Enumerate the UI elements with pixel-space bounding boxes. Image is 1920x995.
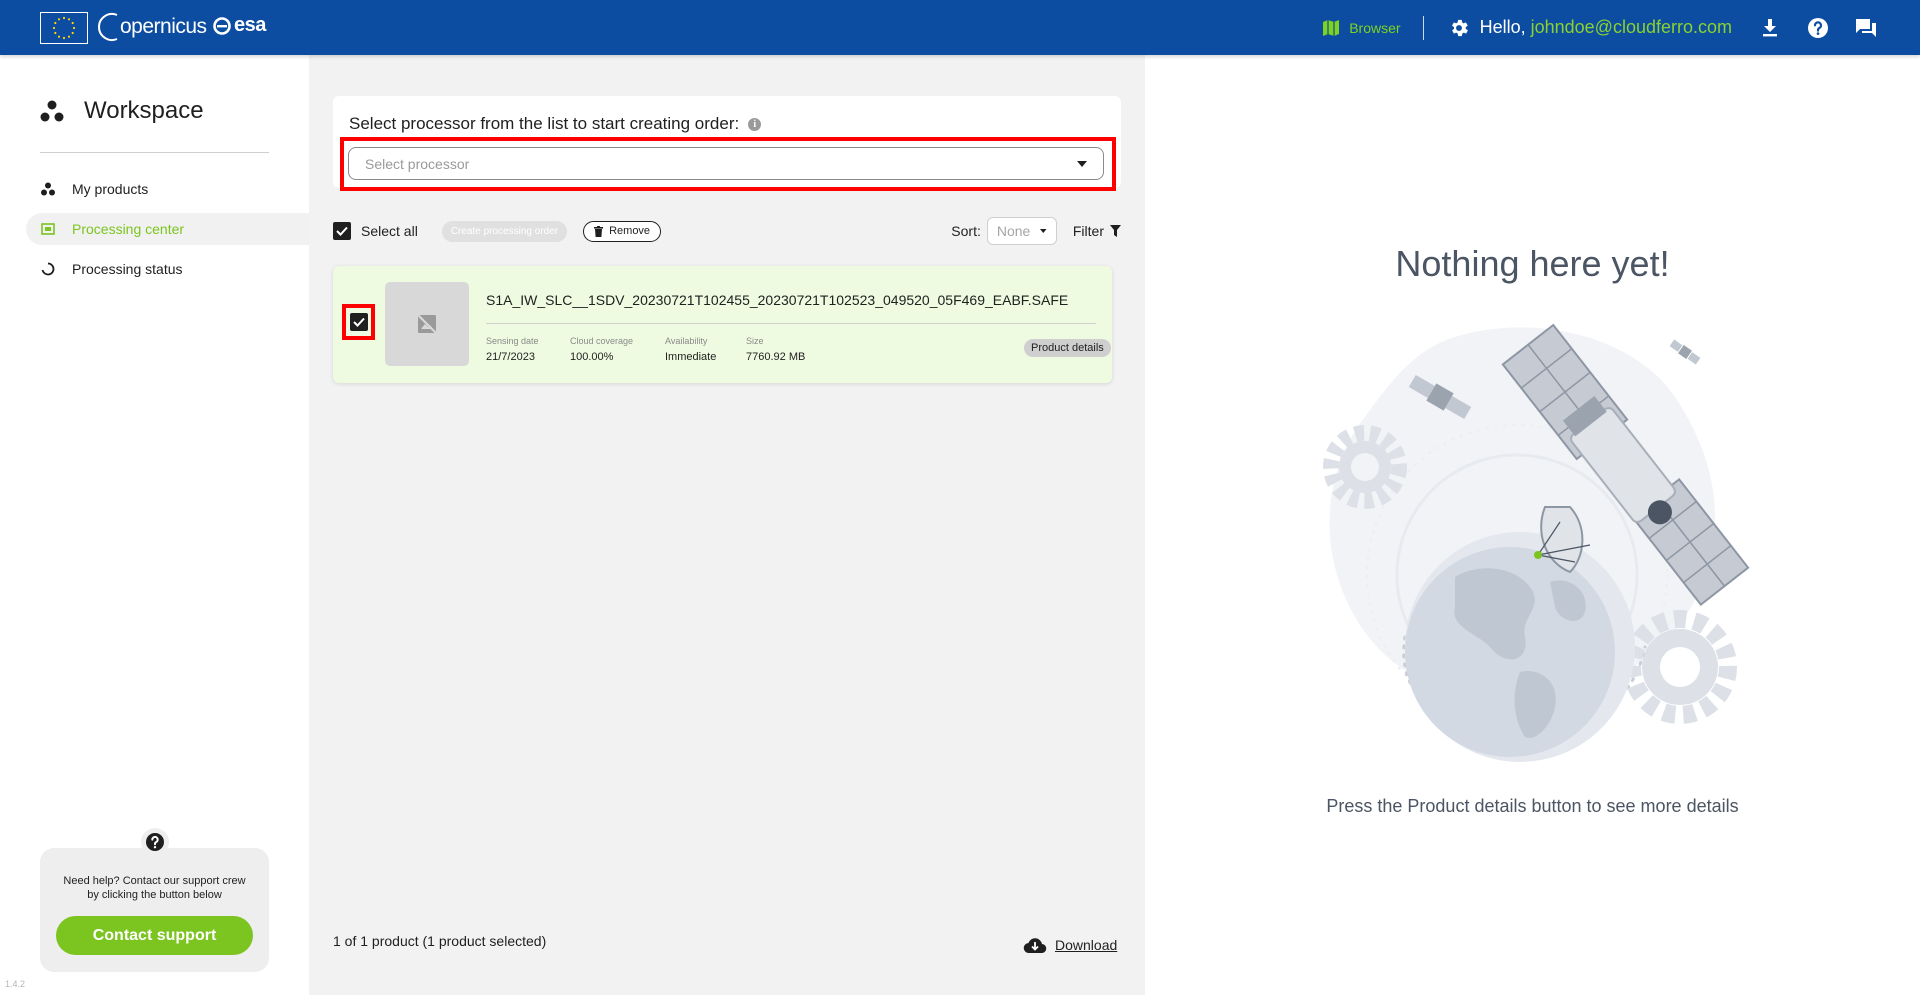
product-details-button[interactable]: Product details	[1024, 339, 1111, 357]
help-card: Need help? Contact our support crew by c…	[40, 828, 269, 972]
meta-value: 100.00%	[570, 351, 614, 363]
sort-value: None	[996, 223, 1031, 239]
esa-logo: esa	[213, 14, 266, 37]
checkmark-icon	[352, 317, 365, 327]
product-checkbox[interactable]	[349, 313, 368, 331]
create-processing-order-button[interactable]: Create processing order	[441, 220, 568, 242]
tiny-satellite	[1669, 339, 1701, 365]
empty-state-title: Nothing here yet!	[1395, 243, 1670, 284]
processing-center-icon	[40, 222, 56, 236]
gear-decoration-right	[1623, 610, 1737, 724]
contact-support-button[interactable]: Contact support	[56, 916, 253, 955]
filter-label: Filter	[1072, 223, 1104, 239]
eu-flag-logo	[40, 12, 88, 44]
caret-down-icon	[1040, 229, 1047, 233]
product-divider	[486, 323, 1096, 324]
meta-value: Immediate	[665, 351, 717, 363]
sort-control: Sort: None	[951, 217, 1057, 245]
sidebar-item-processing-center[interactable]: Processing center	[26, 213, 309, 245]
chat-icon	[1856, 18, 1876, 37]
help-button[interactable]	[1806, 16, 1830, 40]
empty-state-subtitle: Press the Product details button to see …	[1326, 796, 1739, 816]
meta-size: Size 7760.92 MB	[746, 336, 805, 363]
top-bar: opernicus esa Browser Hello, johndoe@clo…	[0, 0, 1920, 55]
select-all-checkbox[interactable]	[333, 222, 351, 240]
meta-label: Availability	[665, 336, 708, 346]
satellite-illustration	[1323, 323, 1750, 762]
chat-button[interactable]	[1854, 16, 1878, 40]
sidebar: Workspace My products Processing center …	[0, 55, 309, 995]
workspace-title: Workspace	[84, 97, 204, 124]
meta-availability: Availability Immediate	[665, 336, 716, 363]
trash-icon	[594, 225, 604, 237]
user-email[interactable]: johndoe@cloudferro.com	[1531, 17, 1732, 37]
sidebar-item-label: Processing center	[72, 221, 185, 237]
copernicus-wordmark: opernicus	[120, 15, 207, 38]
help-text: Need help? Contact our support crew by c…	[63, 875, 246, 901]
processor-select-placeholder: Select processor	[365, 155, 470, 172]
browser-label: Browser	[1349, 19, 1401, 36]
filter-icon	[1110, 225, 1121, 237]
settings-button[interactable]	[1448, 17, 1470, 39]
copernicus-logo: opernicus	[98, 10, 207, 44]
meta-value: 21/7/2023	[486, 351, 535, 363]
details-panel: Nothing here yet! Press the Product deta…	[1145, 55, 1920, 995]
filter-button[interactable]: Filter	[1073, 223, 1121, 239]
sort-select[interactable]: None	[986, 217, 1057, 245]
sidebar-item-my-products[interactable]: My products	[26, 173, 309, 205]
map-icon	[1323, 19, 1340, 36]
product-card[interactable]: S1A_IW_SLC__1SDV_20230721T102455_2023072…	[333, 266, 1112, 383]
help-icon	[1808, 17, 1828, 38]
processing-status-icon	[40, 262, 56, 276]
sidebar-item-label: Processing status	[72, 261, 183, 277]
product-name: S1A_IW_SLC__1SDV_20230721T102455_2023072…	[486, 292, 1069, 308]
gear-icon	[1451, 19, 1468, 36]
product-thumbnail	[385, 282, 469, 366]
processor-select-title-text: Select processor from the list to start …	[349, 114, 740, 133]
sort-label: Sort:	[951, 223, 981, 239]
sidebar-item-label: My products	[72, 181, 149, 197]
processing-panel: Select processor from the list to start …	[309, 55, 1145, 995]
download-link[interactable]: Download	[1023, 936, 1117, 954]
browser-link[interactable]: Browser	[1322, 19, 1401, 37]
topbar-divider	[1422, 15, 1424, 40]
meta-cloud-coverage: Cloud coverage 100.00%	[570, 336, 633, 363]
caret-down-icon	[1077, 160, 1087, 167]
processor-select-title: Select processor from the list to start …	[349, 114, 762, 134]
sidebar-item-processing-status[interactable]: Processing status	[26, 253, 309, 285]
cloud-download-icon	[1023, 938, 1047, 954]
image-unavailable-icon	[417, 314, 437, 334]
esa-wordmark: esa	[234, 14, 266, 36]
meta-sensing-date: Sensing date 21/7/2023	[486, 336, 539, 363]
meta-label: Size	[746, 336, 764, 346]
download-label: Download	[1055, 937, 1118, 953]
products-icon	[40, 182, 56, 196]
greeting-prefix: Hello,	[1479, 17, 1531, 37]
product-toolbar: Select all Create processing order Remov…	[333, 216, 1121, 246]
user-greeting: Hello, johndoe@cloudferro.com	[1480, 17, 1732, 38]
selection-count: 1 of 1 product (1 product selected)	[333, 933, 547, 949]
download-button[interactable]	[1758, 16, 1782, 40]
sidebar-divider	[40, 152, 269, 153]
info-icon[interactable]: i	[748, 117, 762, 131]
meta-label: Sensing date	[486, 336, 539, 346]
version-label: 1.4.2	[5, 979, 26, 989]
highlight-box-product-checkbox	[342, 304, 375, 340]
meta-value: 7760.92 MB	[746, 351, 806, 363]
select-all-label: Select all	[361, 223, 418, 239]
processor-select-dropdown[interactable]: Select processor	[348, 147, 1104, 180]
processor-select-card: Select processor from the list to start …	[333, 96, 1121, 191]
download-icon	[1763, 18, 1777, 36]
workspace-icon	[40, 100, 64, 122]
remove-button[interactable]: Remove	[583, 220, 662, 242]
meta-label: Cloud coverage	[570, 336, 634, 346]
remove-label: Remove	[609, 225, 651, 237]
workspace-header: Workspace	[40, 97, 204, 125]
checkmark-icon	[336, 226, 348, 236]
question-icon	[141, 828, 169, 856]
